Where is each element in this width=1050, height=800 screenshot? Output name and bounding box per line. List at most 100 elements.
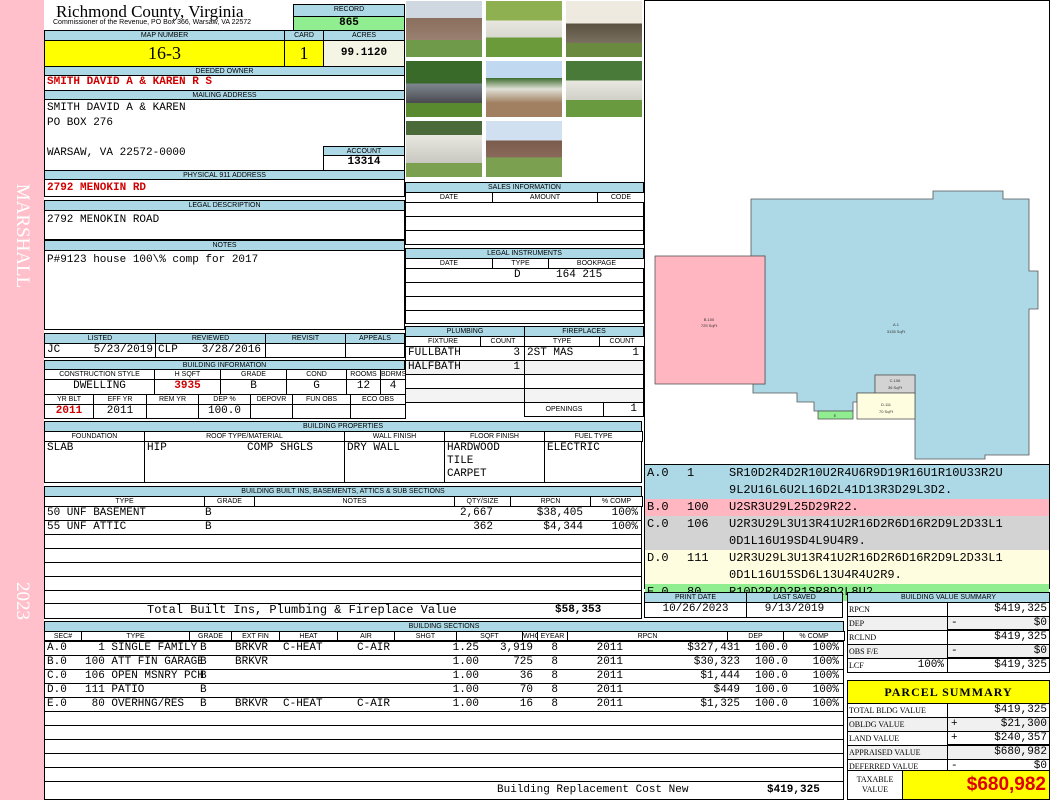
bvs-sign: - [951,617,958,629]
bvs-value: $419,325 [994,659,1047,671]
column-header: RPCN [510,496,591,507]
table-cell: 100% [812,656,839,668]
table-cell: $327,431 [687,642,740,654]
parcel-value: $680,982 [994,746,1047,758]
section-type: 100 ATT FIN GARAGE [85,656,204,668]
legal-description: 2792 MENOKIN ROAD [44,210,405,240]
legend-vectors: 0D1L16U15SD6L13U4R4U2R9. [729,568,902,582]
parcel-table: TOTAL BLDG VALUE $419,325 OBLDG VALUE + $21,… [847,703,1050,774]
rcn-value: $419,325 [767,784,820,796]
reviewed-cell: CLP 3/28/2016 [155,343,266,358]
parcel-value-cell: + $21,300 [947,717,1050,732]
garage-photo[interactable] [565,0,643,58]
shed-photo[interactable] [565,60,643,118]
table-cell: 100.0 [754,642,788,654]
bvs-value-cell: $419,325 [947,602,1050,617]
table-cell: D [514,269,521,281]
legend-section: C.0 [647,517,669,531]
building-sketch[interactable]: A.1 3135 SqFt B.100 725 SqFt C.106 36 SqFt … [644,0,1050,465]
bvs-value-cell: $419,325 [947,630,1050,645]
print-date: 10/26/2023 [644,602,747,618]
table-cell: 50 UNF BASEMENT [47,507,147,519]
bvs-value-cell: - $0 [947,616,1050,631]
table-cell: 1.25 [452,642,479,654]
table-cell: 16 [519,698,533,710]
building-photo[interactable] [405,120,483,178]
driveway-photo[interactable] [405,60,483,118]
legend-section: A.0 [647,466,669,480]
floor-cell: HARDWOOD TILE CARPET [444,441,545,483]
table-row: D 164 215 [406,269,643,283]
table-cell: 8 [551,656,558,668]
column-header: WHGT [522,631,538,641]
parcel-value-cell: + $240,357 [947,731,1050,746]
card-number: 1 [284,40,324,67]
table-cell: 1 [632,347,639,359]
table-row [525,375,643,389]
table-cell: 100% [812,670,839,682]
column-header: FLOOR FINISH [444,431,545,442]
table-cell: $38,405 [536,507,583,519]
legal-instruments-table: D 164 215 [405,268,644,324]
column-header: DEP [727,631,784,641]
table-cell: 2,667 [459,507,493,519]
table-cell: C-AIR [357,642,391,654]
legend-code: 106 [687,517,709,531]
parcel-label: LAND VALUE [849,734,900,743]
deeded-owner: SMITH DAVID A & KAREN R S [44,75,405,91]
value-cell [350,404,406,419]
table-cell: FULLBATH [408,347,461,359]
revisit-cell [265,343,346,358]
legend-code: 111 [687,551,709,565]
house-rear-photo[interactable] [485,120,563,178]
table-row [406,311,643,323]
parcel-summary-title: PARCEL SUMMARY [847,680,1050,704]
barn-photo[interactable] [485,60,563,118]
foundation-cell: SLAB [44,441,145,483]
table-row [406,231,643,244]
column-header: BOOKPAGE [548,258,645,269]
house-photo[interactable] [405,0,483,58]
column-header: WALL FINISH [344,431,445,442]
value-cell: 2011 [44,404,94,419]
account-number: 13314 [323,155,405,171]
column-header: FIXTURE [405,336,481,347]
bvs-label: RPCN [849,605,870,614]
table-cell: 362 [473,521,493,533]
bvs-table: RPCN $419,325 DEP - $0 RCLND $419,325 OBS F/E - $… [847,602,1050,673]
table-cell: 725 [513,656,533,668]
bvs-label-cell: RPCN [847,602,948,617]
table-row [406,203,643,217]
parcel-value: $21,300 [1000,718,1047,730]
section-type: 1 SINGLE FAMILY [85,642,198,654]
table-row [45,740,843,754]
builtins-table: 50 UNF BASEMENT B 2,667 $38,405 100% 55 UNF A… [44,506,642,604]
outbuilding-photo[interactable] [485,0,563,58]
column-header: NOTES [254,496,455,507]
parcel-value: $240,357 [994,732,1047,744]
table-row [45,549,641,563]
table-cell: 70 [519,684,533,696]
wall-cell: DRY WALL [344,441,445,483]
builtins-total-row: Total Built Ins, Plumbing & Fireplace Va… [44,603,642,619]
sketch-legend-row: D.0 111 U2R3U29L3U13R41U2R16D2R6D16R2D9L2D… [645,550,1049,584]
table-cell: D.0 [47,684,67,696]
legend-vectors: U2R3U29L3U13R41U2R16D2R6D16R2D9L2D33L1 [729,517,1003,531]
column-header: AIR [337,631,395,641]
value-cell: 12 [346,379,381,395]
column-header: % COMP [783,631,845,641]
physical-address: 2792 MENOKIN RD [44,179,405,197]
rcn-row: Building Replacement Cost New $419,325 [44,781,844,800]
table-row [45,726,843,740]
table-cell: 100.0 [754,656,788,668]
table-cell: 8 [551,684,558,696]
taxable-value: $680,982 [902,770,1050,800]
appeals-cell [345,343,405,358]
table-row: HALFBATH 1 [406,361,524,375]
section-type: 80 OVERHNG/RES [85,698,185,710]
table-cell: 3 [513,347,520,359]
table-cell: 8 [551,698,558,710]
legend-code: 1 [687,466,695,480]
notes: P#9123 house 100\% comp for 2017 [44,250,405,330]
bvs-value-cell: $419,325 [947,658,1050,673]
